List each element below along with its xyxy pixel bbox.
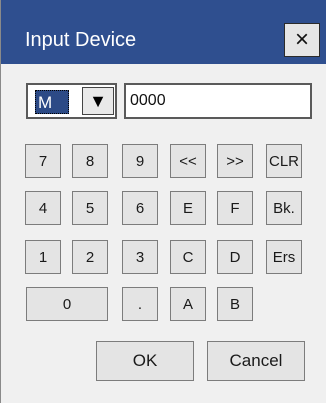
device-type-value: M [35,90,69,114]
key-8[interactable]: 8 [72,144,108,178]
key-d[interactable]: D [217,240,253,274]
key-4[interactable]: 4 [25,191,61,225]
key-clr[interactable]: CLR [266,144,302,178]
close-icon: × [294,26,309,53]
key-3[interactable]: 3 [122,240,158,274]
key-a[interactable]: A [170,287,206,321]
close-button[interactable]: × [284,23,320,57]
device-type-select[interactable]: M ▼ [26,83,117,119]
chevron-down-icon[interactable]: ▼ [82,87,114,115]
device-address-field[interactable] [130,85,300,117]
key-f[interactable]: F [217,191,253,225]
cancel-button[interactable]: Cancel [207,341,305,381]
key-b[interactable]: B [217,287,253,321]
key-c[interactable]: C [170,240,206,274]
key-9[interactable]: 9 [122,144,158,178]
input-device-dialog: Input Device × M ▼ 7 8 9 << >> CLR 4 5 6… [0,0,326,403]
key-7[interactable]: 7 [25,144,61,178]
key-shift-right[interactable]: >> [217,144,253,178]
key-2[interactable]: 2 [72,240,108,274]
key-erase[interactable]: Ers [266,240,302,274]
key-5[interactable]: 5 [72,191,108,225]
key-6[interactable]: 6 [122,191,158,225]
key-0[interactable]: 0 [26,287,108,321]
title-bar: Input Device × [1,0,326,64]
key-shift-left[interactable]: << [170,144,206,178]
key-backspace[interactable]: Bk. [266,191,302,225]
dialog-content: M ▼ 7 8 9 << >> CLR 4 5 6 E F Bk. 1 2 3 … [1,64,326,403]
key-1[interactable]: 1 [25,240,61,274]
key-dot[interactable]: . [122,287,158,321]
ok-button[interactable]: OK [96,341,194,381]
device-address-field-box [124,83,312,119]
key-e[interactable]: E [170,191,206,225]
window-title: Input Device [25,29,137,51]
